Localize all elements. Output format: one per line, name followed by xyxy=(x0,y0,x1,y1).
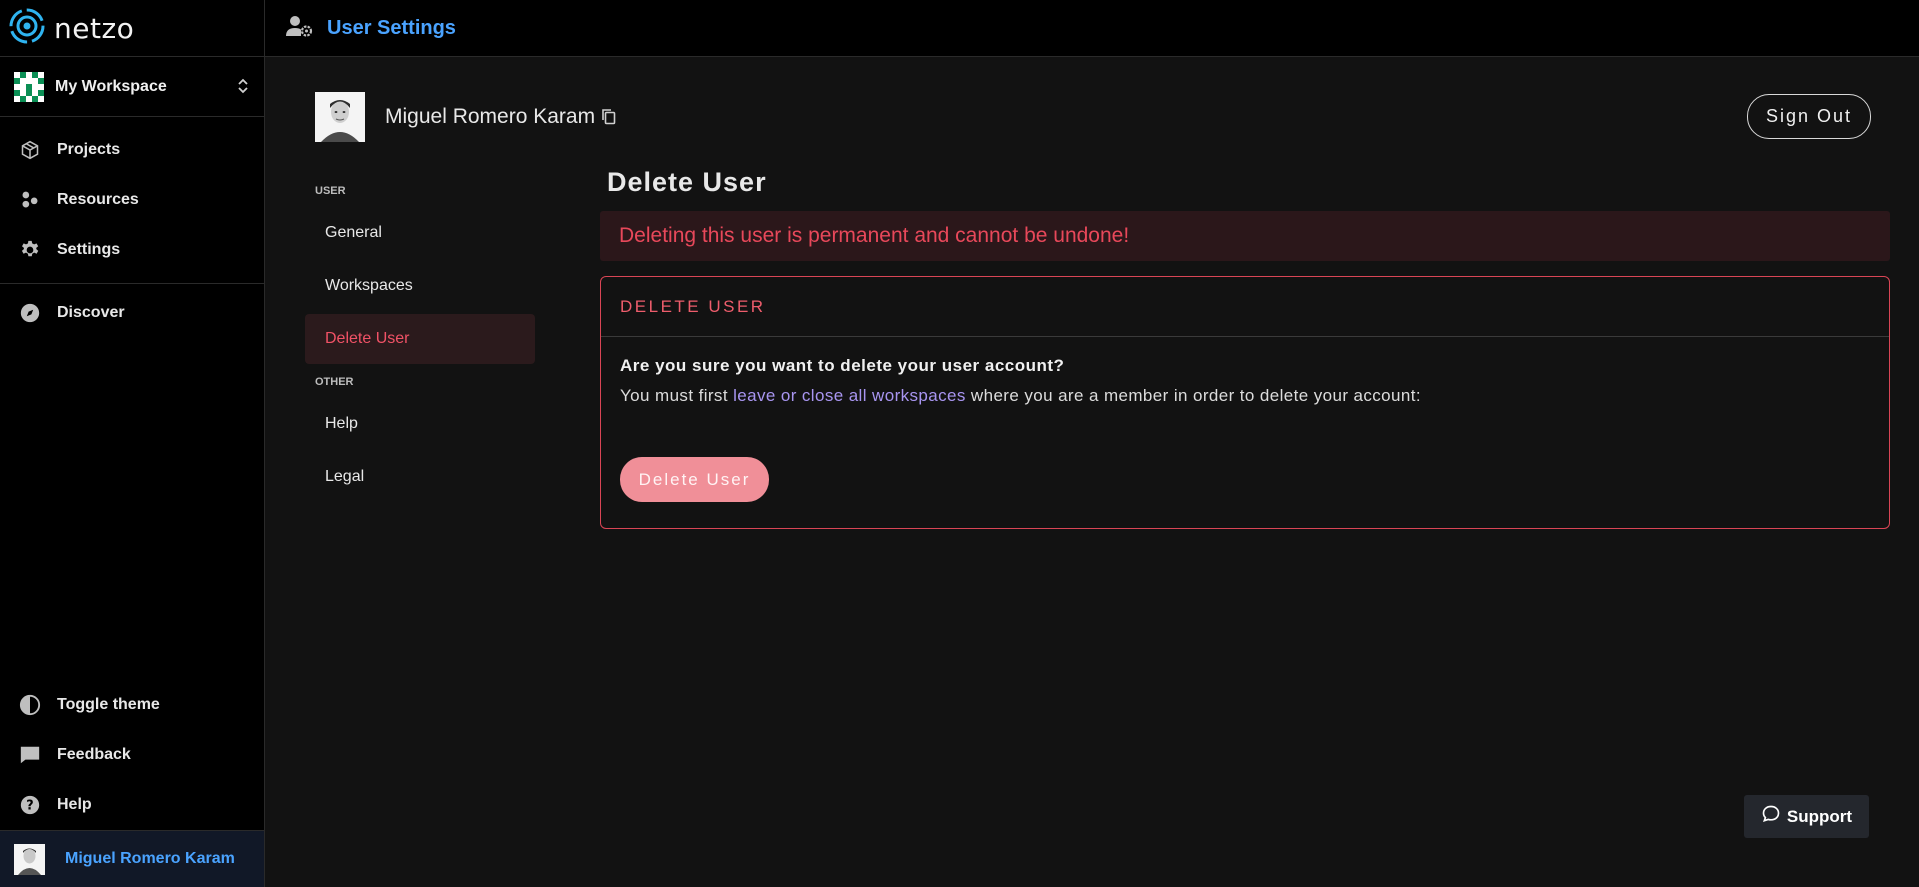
identicon-cell xyxy=(38,95,44,102)
subnav-section-user: USER xyxy=(315,185,346,197)
profile-name: Miguel Romero Karam xyxy=(385,105,596,128)
resources-icon xyxy=(19,189,41,211)
confirmation-question: Are you sure you want to delete your use… xyxy=(620,356,1065,375)
profile-header: Miguel Romero Karam xyxy=(315,92,617,142)
compass-icon xyxy=(19,302,41,324)
instruction-prefix: You must first xyxy=(620,386,728,405)
sign-out-button[interactable]: Sign Out xyxy=(1747,94,1871,139)
logo-row[interactable]: netzo xyxy=(0,0,264,57)
subnav-section-other: OTHER xyxy=(315,376,354,388)
sidebar-item-discover[interactable]: Discover xyxy=(0,288,264,338)
delete-user-button[interactable]: Delete User xyxy=(620,457,769,502)
sidebar-item-label: Help xyxy=(57,796,92,813)
subnav-item-legal[interactable]: Legal xyxy=(305,452,535,502)
sidebar-item-resources[interactable]: Resources xyxy=(0,175,264,225)
settings-subnav: USER General Workspaces Delete User OTHE… xyxy=(305,177,535,505)
sidebar-item-label: Discover xyxy=(57,304,125,321)
sidebar-item-settings[interactable]: Settings xyxy=(0,225,264,275)
user-settings-icon xyxy=(285,14,313,43)
panel-title: Delete User xyxy=(607,167,767,197)
logo-text: netzo xyxy=(54,11,135,45)
card-body: Are you sure you want to delete your use… xyxy=(601,337,1889,502)
app-root: netzo My Workspace Projects Resources Se… xyxy=(0,0,1919,887)
message-icon xyxy=(19,744,41,766)
instruction-text: You must first leave or close all worksp… xyxy=(620,386,1870,406)
support-button[interactable]: Support xyxy=(1744,795,1869,838)
subnav-item-general[interactable]: General xyxy=(305,208,535,258)
sidebar-item-label: Resources xyxy=(57,191,139,208)
workspace-avatar xyxy=(14,71,44,102)
danger-alert: Deleting this user is permanent and cann… xyxy=(600,211,1890,261)
box-icon xyxy=(19,139,41,161)
contrast-icon xyxy=(19,694,41,716)
subnav-item-workspaces[interactable]: Workspaces xyxy=(305,261,535,311)
sidebar-bottom: Toggle theme Feedback ? Help Miguel Rome… xyxy=(0,680,264,887)
subnav-item-help[interactable]: Help xyxy=(305,399,535,449)
sidebar-nav: Projects Resources Settings xyxy=(0,117,264,284)
sidebar-discover-group: Discover xyxy=(0,284,264,342)
sidebar-item-label: Projects xyxy=(57,141,121,158)
sidebar-item-label: Feedback xyxy=(57,746,131,763)
svg-text:?: ? xyxy=(26,799,33,814)
sidebar: netzo My Workspace Projects Resources Se… xyxy=(0,0,265,887)
avatar xyxy=(315,92,365,142)
settings-content: Miguel Romero Karam Sign Out USER Genera… xyxy=(265,57,1919,887)
delete-user-card: DELETE USER Are you sure you want to del… xyxy=(600,276,1890,529)
subnav-item-delete-user[interactable]: Delete User xyxy=(305,314,535,364)
leave-workspaces-link[interactable]: leave or close all workspaces xyxy=(733,386,966,405)
support-label: Support xyxy=(1786,806,1853,826)
sidebar-user-name: Miguel Romero Karam xyxy=(65,850,235,867)
sidebar-item-label: Settings xyxy=(57,241,121,258)
sidebar-item-help[interactable]: ? Help xyxy=(0,780,264,830)
sidebar-item-projects[interactable]: Projects xyxy=(0,125,264,175)
sidebar-user-profile[interactable]: Miguel Romero Karam xyxy=(0,830,264,887)
card-heading: DELETE USER xyxy=(601,277,1889,337)
top-bar: User Settings xyxy=(265,0,1919,57)
page-title: User Settings xyxy=(327,16,456,39)
sidebar-item-label: Toggle theme xyxy=(57,696,160,713)
netzo-logo-icon xyxy=(8,7,46,50)
workspace-name: My Workspace xyxy=(55,77,167,95)
sidebar-item-feedback[interactable]: Feedback xyxy=(0,730,264,780)
sidebar-item-toggle-theme[interactable]: Toggle theme xyxy=(0,680,264,730)
chat-bubble-icon xyxy=(1761,804,1781,829)
avatar xyxy=(14,843,45,875)
main: User Settings Miguel Romero Karam Sign O… xyxy=(265,0,1919,887)
workspace-switcher[interactable]: My Workspace xyxy=(0,57,264,117)
instruction-suffix: where you are a member in order to delet… xyxy=(970,386,1421,405)
help-circle-icon: ? xyxy=(19,794,41,816)
gear-icon xyxy=(19,239,41,261)
copy-icon[interactable] xyxy=(601,108,617,126)
chevron-up-down-icon xyxy=(236,77,250,97)
delete-user-panel: Delete User Deleting this user is perman… xyxy=(600,162,1890,529)
